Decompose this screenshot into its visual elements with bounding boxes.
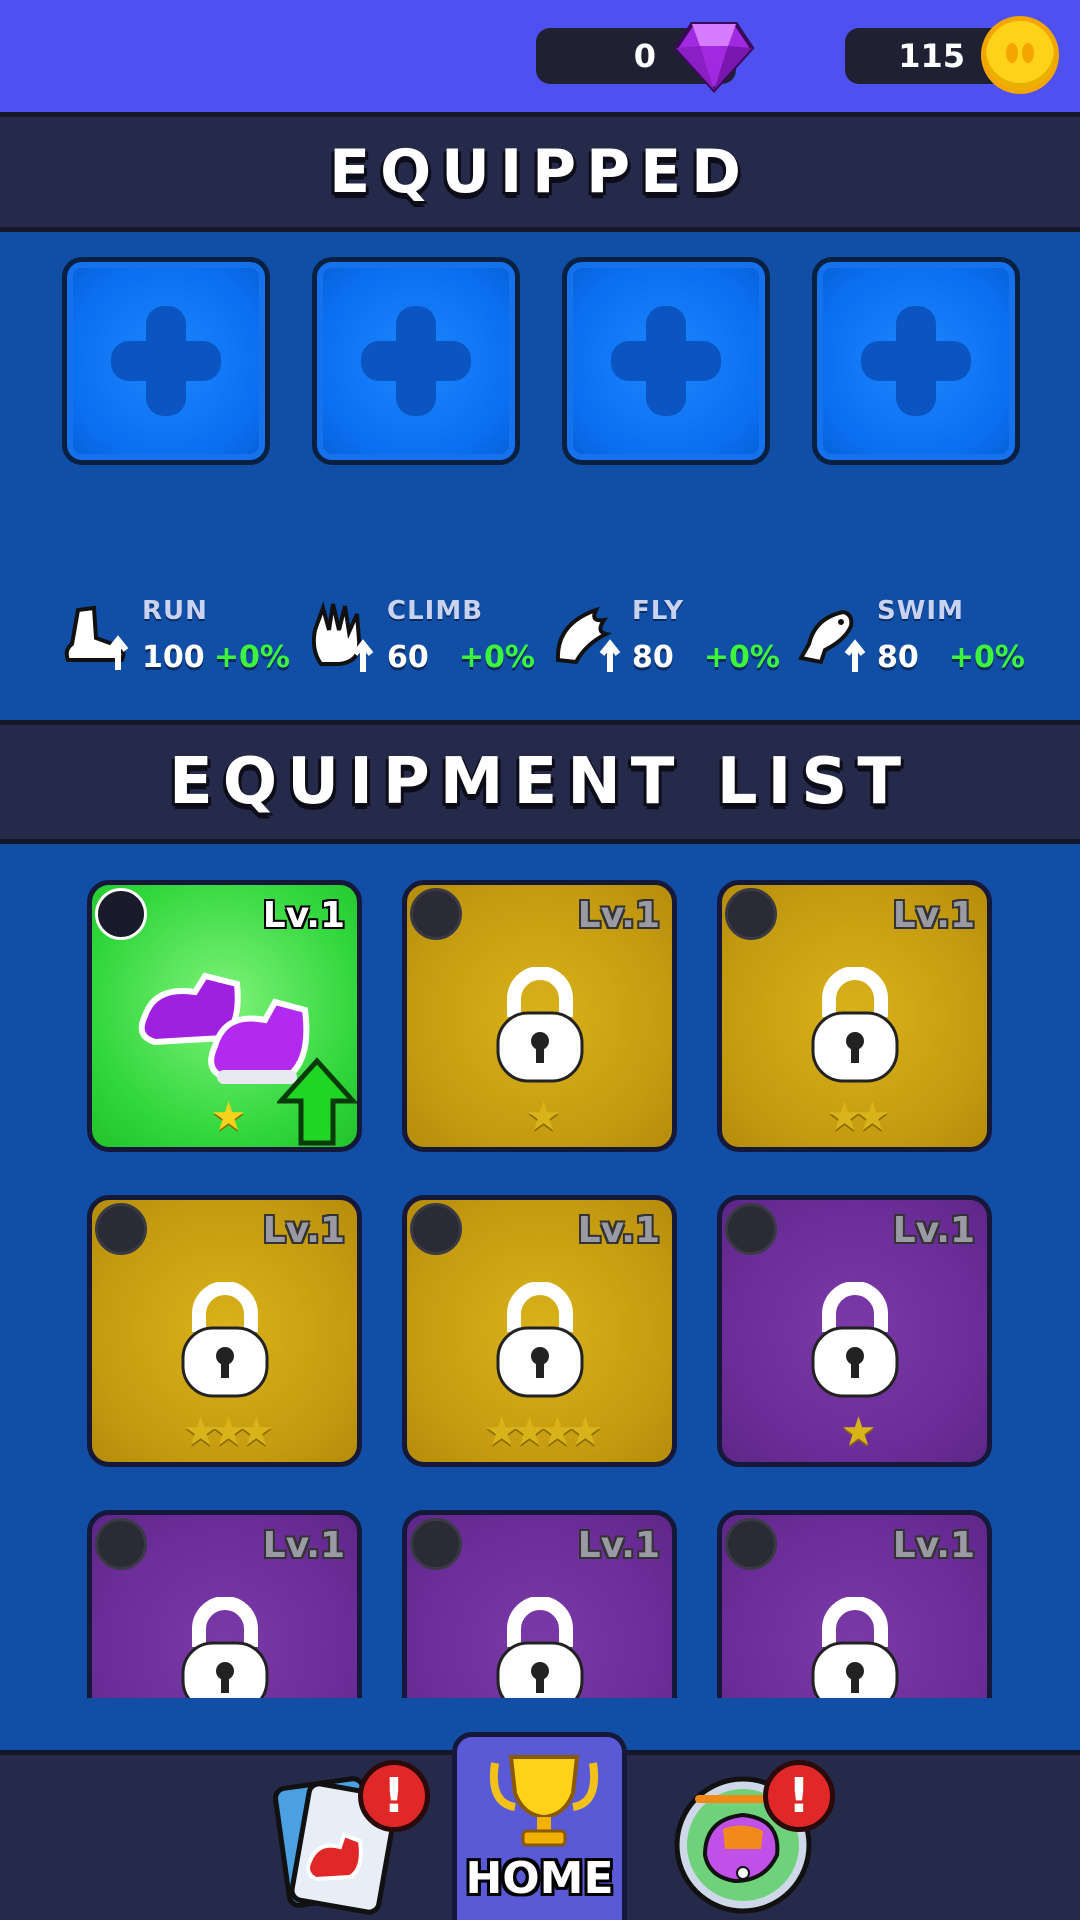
plus-icon (111, 306, 221, 416)
equip-slot-1[interactable] (62, 257, 270, 465)
equipped-title: EQUIPPED (329, 137, 751, 207)
item-level: Lv.1 (262, 1210, 345, 1251)
equipment-grid[interactable]: Lv.1 ★ Lv.1 ★ Lv.1 ★★ Lv.1 ★★★ Lv.1 ★★★★… (0, 848, 1080, 1698)
stat-value: 100 (142, 640, 205, 675)
armor-type-icon (95, 1518, 147, 1570)
gem-counter[interactable]: 0 (536, 22, 755, 93)
home-label: HOME (465, 1853, 614, 1904)
stat-name: RUN (142, 596, 208, 626)
gem-icon (673, 22, 755, 93)
glove-type-icon (725, 888, 777, 940)
lock-icon (811, 967, 898, 1083)
plus-icon (361, 306, 471, 416)
climb-glove-icon (311, 601, 374, 672)
stat-bonus: +0% (703, 640, 780, 675)
boot-type-icon (95, 888, 147, 940)
glove-type-icon (725, 1203, 777, 1255)
item-stars: ★★ (826, 1094, 891, 1140)
armor-type-icon (410, 1518, 462, 1570)
stat-climb: CLIMB 60 +0% (305, 590, 535, 680)
equipment-card[interactable]: Lv.1 ★★ (717, 880, 992, 1152)
equipment-list-title: EQUIPMENT LIST (168, 745, 912, 819)
item-stars: ★★★ (182, 1409, 275, 1455)
item-level: Lv.1 (577, 895, 660, 936)
stat-bonus: +0% (458, 640, 535, 675)
plus-icon (861, 306, 971, 416)
fly-wing-icon (555, 606, 621, 672)
stat-value: 80 (632, 640, 674, 675)
stat-bonus: +0% (213, 640, 290, 675)
plus-icon (611, 306, 721, 416)
stat-swim: SWIM 80 +0% (795, 590, 1025, 680)
equipment-card[interactable]: Lv.1 ★★★★ (402, 1195, 677, 1467)
item-stars: ★ (840, 1409, 877, 1455)
stat-run: RUN 100 +0% (60, 590, 290, 680)
coin-count: 115 (898, 37, 965, 75)
lock-icon (496, 967, 583, 1083)
nav-home-button[interactable]: HOME (452, 1732, 627, 1920)
nav-vehicle-button[interactable]: ! (665, 1760, 835, 1915)
equipment-card[interactable]: Lv.1 ★★★ (87, 1195, 362, 1467)
item-level: Lv.1 (892, 895, 975, 936)
item-level: Lv.1 (892, 1210, 975, 1251)
upgrade-arrow-icon (277, 1057, 357, 1146)
equipment-card[interactable]: Lv.1 (717, 1510, 992, 1698)
lock-icon (181, 1597, 268, 1698)
equipment-card[interactable]: Lv.1 (402, 1510, 677, 1698)
stat-name: CLIMB (387, 596, 484, 626)
swim-fish-icon (797, 609, 866, 672)
alert-badge: ! (358, 1760, 430, 1832)
coin-counter[interactable]: 115 (845, 16, 1059, 94)
item-level: Lv.1 (262, 1525, 345, 1566)
lock-icon (496, 1597, 583, 1698)
lock-icon (181, 1282, 268, 1398)
nav-equipment-button[interactable]: ! (260, 1760, 430, 1915)
item-level: Lv.1 (892, 1525, 975, 1566)
gem-count: 0 (633, 37, 656, 75)
glove-type-icon (410, 888, 462, 940)
stat-name: FLY (632, 596, 685, 626)
equipped-header: EQUIPPED (0, 112, 1080, 232)
equip-slot-4[interactable] (812, 257, 1020, 465)
item-level: Lv.1 (577, 1525, 660, 1566)
stat-fly: FLY 80 +0% (550, 590, 780, 680)
boot-type-icon (725, 1518, 777, 1570)
equipment-card[interactable]: Lv.1 ★ (402, 880, 677, 1152)
armor-type-icon (410, 1203, 462, 1255)
equipment-card[interactable]: Lv.1 ★ (87, 880, 362, 1152)
equip-slot-2[interactable] (312, 257, 520, 465)
alert-badge: ! (763, 1760, 835, 1832)
trophy-icon (490, 1755, 598, 1847)
lock-icon (496, 1282, 583, 1398)
item-stars: ★ (525, 1094, 562, 1140)
item-level: Lv.1 (262, 895, 345, 936)
equipment-card[interactable]: Lv.1 ★ (717, 1195, 992, 1467)
coin-icon (981, 16, 1059, 94)
equipment-list-header: EQUIPMENT LIST (0, 720, 1080, 844)
lock-icon (811, 1282, 898, 1398)
item-level: Lv.1 (577, 1210, 660, 1251)
hat-type-icon (95, 1203, 147, 1255)
stat-value: 60 (387, 640, 429, 675)
item-stars: ★★★★ (483, 1409, 603, 1455)
stat-bonus: +0% (948, 640, 1025, 675)
equip-slot-3[interactable] (562, 257, 770, 465)
stat-name: SWIM (877, 596, 964, 626)
run-boot-icon (64, 605, 129, 670)
lock-icon (811, 1597, 898, 1698)
equipment-card[interactable]: Lv.1 (87, 1510, 362, 1698)
top-bar: 0 115 (0, 0, 1080, 112)
stat-value: 80 (877, 640, 919, 675)
